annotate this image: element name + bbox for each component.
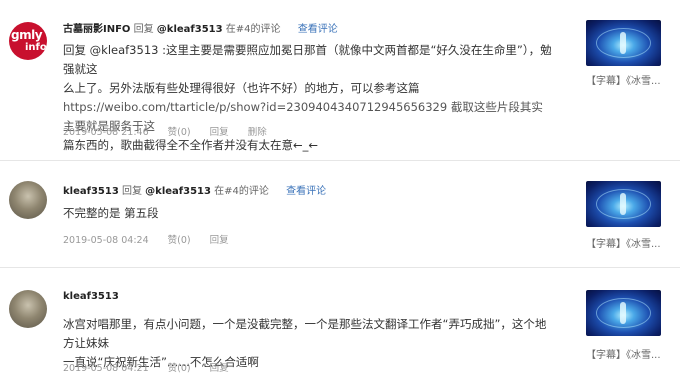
context-text: 在#4的评论 — [214, 186, 269, 197]
reply-button[interactable]: 回复 — [210, 363, 229, 374]
video-thumbnail[interactable] — [586, 20, 661, 66]
avatar[interactable] — [9, 181, 47, 219]
video-thumbnail[interactable] — [586, 181, 661, 227]
comment-content: 不完整的是 第五段 — [63, 204, 553, 223]
like-button[interactable]: 赞(0) — [168, 235, 191, 246]
content-line: 回复 @kleaf3513 :这里主要是需要照应加冕日那首（就像中文两首都是“好… — [63, 43, 552, 76]
video-title-link[interactable]: 【字幕】《冰雪... — [586, 235, 661, 250]
timestamp: 2019-05-08 21:46 — [63, 127, 149, 138]
comment-item: gmly info 古墓丽影INFO 回复 @kleaf3513 在#4的评论 … — [0, 0, 680, 152]
comment-header: 古墓丽影INFO 回复 @kleaf3513 在#4的评论 查看评论 — [63, 20, 338, 35]
avatar-logo-sub: info — [25, 42, 47, 53]
thumbnail-figure — [620, 32, 626, 54]
comment-header: kleaf3513 — [63, 291, 119, 302]
context-text: 在#4的评论 — [225, 24, 281, 35]
content-line: 不完整的是 第五段 — [63, 206, 159, 220]
reply-word: 回复 — [133, 24, 154, 35]
content-line: 篇东西的，歌曲截得全不全作者并没有太在意←_← — [63, 138, 319, 152]
timestamp: 2019-05-08 04:24 — [63, 235, 149, 246]
comment-meta: 2019-05-08 04:21 赞(0) 回复 — [63, 360, 245, 374]
comment-meta: 2019-05-08 04:24 赞(0) 回复 — [63, 232, 245, 246]
like-button[interactable]: 赞(0) — [168, 363, 191, 374]
content-line: 么上了。另外法版有些处理得很好（也许不好）的地方，可以参考这篇 — [63, 81, 420, 95]
username-link[interactable]: kleaf3513 — [63, 186, 119, 197]
avatar-logo-text: gmly — [11, 28, 43, 42]
username-link[interactable]: kleaf3513 — [63, 291, 119, 302]
content-line: 冰宫对唱那里，有点小问题，一个是没截完整，一个是那些法文翻译工作者“弄巧成拙”，… — [63, 317, 547, 350]
view-comment-link[interactable]: 查看评论 — [286, 186, 326, 197]
avatar[interactable] — [9, 290, 47, 328]
comment-header: kleaf3513 回复 @kleaf3513 在#4的评论 查看评论 — [63, 182, 326, 197]
reply-button[interactable]: 回复 — [210, 235, 229, 246]
comment-item: kleaf3513 回复 @kleaf3513 在#4的评论 查看评论 不完整的… — [0, 161, 680, 261]
video-title-link[interactable]: 【字幕】《冰雪... — [586, 72, 661, 87]
mention-link[interactable]: @kleaf3513 — [145, 186, 211, 197]
reply-button[interactable]: 回复 — [210, 127, 229, 138]
thumbnail-figure — [620, 193, 626, 215]
video-title-link[interactable]: 【字幕】《冰雪... — [586, 346, 661, 361]
mention-link[interactable]: @kleaf3513 — [157, 24, 223, 35]
like-button[interactable]: 赞(0) — [168, 127, 191, 138]
comment-item: kleaf3513 冰宫对唱那里，有点小问题，一个是没截完整，一个是那些法文翻译… — [0, 268, 680, 387]
thumbnail-figure — [620, 302, 626, 324]
delete-button[interactable]: 删除 — [248, 127, 267, 138]
timestamp: 2019-05-08 04:21 — [63, 363, 149, 374]
username-link[interactable]: 古墓丽影INFO — [63, 24, 130, 35]
comment-meta: 2019-05-08 21:46 赞(0) 回复 删除 — [63, 124, 283, 138]
avatar[interactable]: gmly info — [9, 22, 47, 60]
view-comment-link[interactable]: 查看评论 — [298, 24, 338, 35]
reply-word: 回复 — [121, 186, 142, 197]
video-thumbnail[interactable] — [586, 290, 661, 336]
